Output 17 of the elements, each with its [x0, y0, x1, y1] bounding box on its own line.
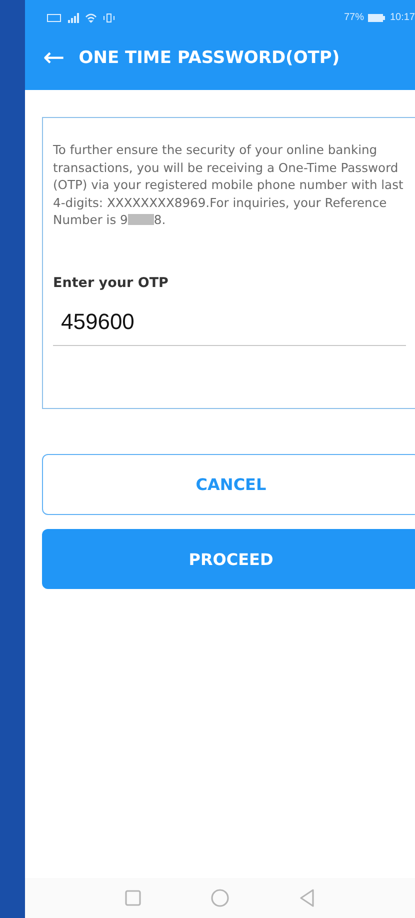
otp-label: Enter your OTP	[53, 274, 170, 290]
page-title: ONE TIME PASSWORD(OTP)	[78, 48, 340, 68]
info-message: To further ensure the security of your online banking transactions, you will be receiving a One-Time Password (OTP) via your registered mobile phone number with last 4-digits: XXXXXXXX8969.For inquiries, your Reference Number is 9 8.	[53, 142, 404, 229]
notification-icon	[47, 14, 61, 22]
battery-percent: 77%	[344, 12, 364, 23]
proceed-button[interactable]: PROCEED	[42, 529, 415, 589]
clock: 10:17	[390, 12, 415, 23]
wifi-icon	[85, 12, 97, 22]
back-nav-button[interactable]	[299, 889, 315, 907]
recents-button[interactable]	[125, 890, 141, 906]
battery-icon	[368, 14, 386, 22]
home-button[interactable]	[211, 889, 229, 907]
vibrate-icon	[103, 12, 115, 22]
otp-input-field[interactable]: 459600	[53, 302, 406, 346]
back-button[interactable]: ←	[43, 44, 65, 70]
cancel-button[interactable]: CANCEL	[42, 454, 415, 515]
signal-icon	[67, 12, 79, 22]
